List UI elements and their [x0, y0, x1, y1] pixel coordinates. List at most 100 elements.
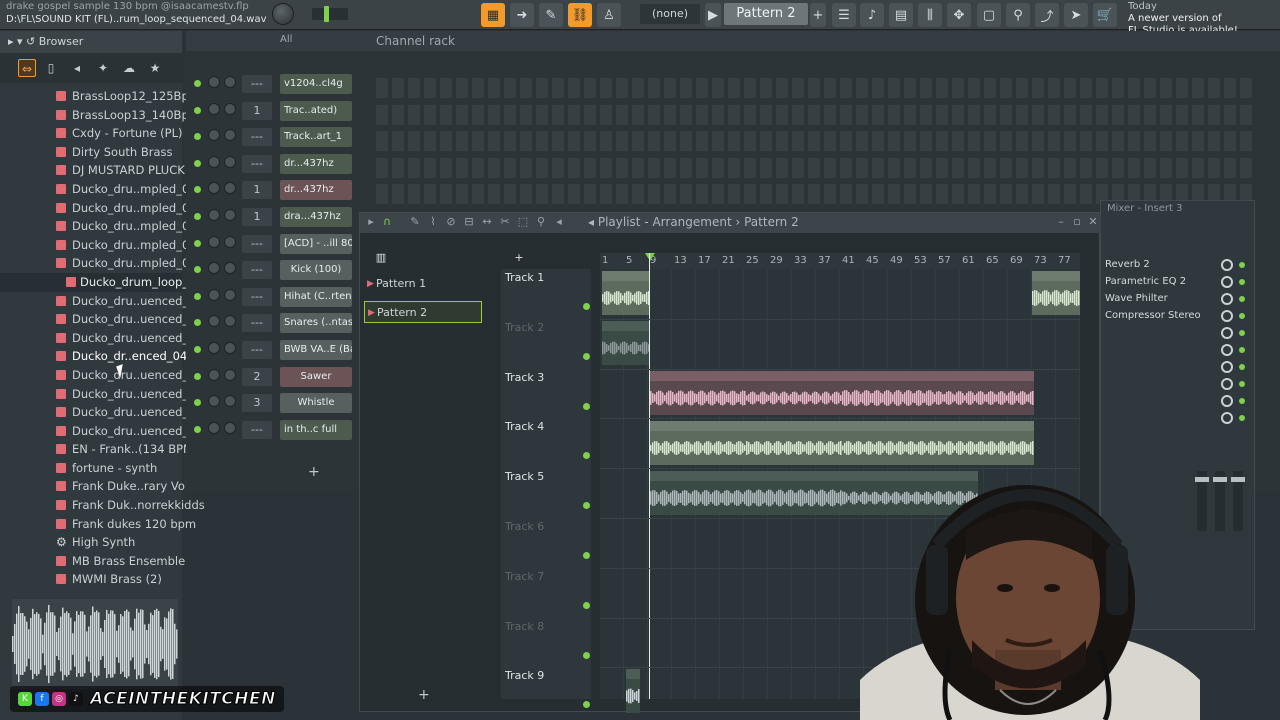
browser-item[interactable]: MWMI Brass (2) — [0, 570, 182, 589]
channel-mute-led[interactable] — [194, 266, 201, 274]
volume-knob[interactable] — [224, 155, 236, 168]
mixer-track-number[interactable]: 1 — [242, 101, 272, 120]
close-icon[interactable]: ✕ — [1086, 215, 1100, 229]
maximize-icon[interactable]: ▫ — [1070, 215, 1084, 229]
master-pitch-slider[interactable] — [312, 6, 348, 22]
step-row[interactable] — [376, 78, 1256, 98]
browser-item[interactable]: Ducko_dru..uenced_07 — [0, 403, 203, 422]
channel-name-button[interactable]: BWB VA..E (Bab) — [280, 340, 352, 360]
playhead-marker[interactable] — [645, 253, 655, 261]
pan-knob[interactable] — [208, 235, 220, 248]
channel-mute-led[interactable] — [194, 80, 201, 87]
pattern-selector[interactable]: Pattern 2 — [724, 3, 808, 25]
pan-knob[interactable] — [208, 209, 220, 221]
pan-knob[interactable] — [208, 182, 220, 195]
audio-clip[interactable]: Pattern 1 — [650, 471, 746, 515]
browser-item[interactable]: ⚙ High Synth — [0, 533, 182, 552]
channel-name-button[interactable]: v1204..cl4g — [280, 74, 352, 94]
channel-row[interactable]: --- in th..c full — [194, 417, 362, 444]
track-enable-led[interactable] — [583, 552, 590, 559]
pattern-song-toggle-icon[interactable]: ▦ — [481, 3, 505, 27]
effect-mix-knob[interactable] — [1221, 259, 1233, 271]
effect-mix-knob[interactable] — [1221, 378, 1233, 390]
effect-enable-led[interactable] — [1239, 398, 1245, 404]
add-track-icon[interactable]: + — [512, 251, 526, 265]
channel-mute-led[interactable] — [194, 213, 201, 220]
channel-name-button[interactable]: [ACD] - ..ill 808 — [280, 233, 352, 254]
mixer-track-number[interactable]: 3 — [242, 394, 272, 413]
metronome-icon[interactable]: ♙ — [597, 3, 621, 27]
pan-knob[interactable] — [208, 315, 220, 328]
effect-mix-knob[interactable] — [1221, 293, 1233, 305]
effect-enable-led[interactable] — [1239, 296, 1245, 302]
volume-knob[interactable] — [224, 129, 236, 142]
browser-item[interactable]: Ducko_dru..uenced_03 — [0, 329, 203, 348]
all-files-icon[interactable]: ⇔ — [18, 59, 36, 77]
arrow-icon[interactable]: ▸ ▾ ↺ — [8, 35, 39, 48]
channel-mute-led[interactable] — [194, 346, 201, 353]
track-header[interactable]: Track 3 — [505, 369, 590, 419]
slice-icon[interactable]: ✂ — [498, 215, 512, 229]
timeline-ruler[interactable]: 1 5 9 13 17 21 25 29 33 37 41 45 49 53 57 61 65 69 73 77 — [600, 253, 1080, 269]
mixer-effect-slot[interactable]: Reverb 2 — [1105, 259, 1221, 273]
playback-icon[interactable]: ◂ — [552, 215, 566, 229]
volume-knob[interactable] — [224, 368, 236, 381]
browser-item[interactable]: Ducko_dr..enced_04 — [0, 347, 187, 366]
track-header[interactable]: Track 9 — [505, 667, 590, 717]
channel-name-button[interactable]: Hihat (C..rtened — [280, 286, 352, 307]
minimize-icon[interactable]: – — [1054, 215, 1068, 229]
pan-knob[interactable] — [208, 262, 220, 275]
effect-enable-led[interactable] — [1239, 313, 1245, 319]
track-header[interactable]: Track 2 — [505, 319, 590, 369]
channel-name-button[interactable]: in th..c full — [280, 419, 352, 440]
select-icon[interactable]: ⬚ — [516, 215, 530, 229]
pan-knob[interactable] — [208, 395, 220, 408]
track-header[interactable]: Track 6 — [505, 518, 590, 568]
channel-name-button[interactable]: dr...437hz — [280, 153, 352, 174]
channel-row[interactable]: --- [ACD] - ..ill 808 — [194, 231, 362, 258]
audio-clip[interactable]: drake..5bpm-437hz — [746, 371, 842, 415]
browser-item[interactable]: EN - Frank..(134 BPM) — [0, 440, 197, 459]
channel-row[interactable]: --- Kick (100) — [194, 257, 362, 284]
track-header[interactable]: Track 4 — [505, 418, 590, 468]
volume-knob[interactable] — [224, 102, 236, 115]
browser-item[interactable]: Ducko_dru..mpled_02 — [0, 199, 197, 218]
browser-item[interactable]: DJ MUSTARD PLUCK — [0, 161, 185, 180]
mixer-track-number[interactable]: --- — [242, 75, 272, 93]
pattern-item[interactable]: ▶ Pattern 1 — [364, 273, 482, 295]
plugin-picker-icon[interactable]: ✥ — [947, 3, 971, 27]
magnet-icon[interactable]: ∩ — [380, 215, 394, 229]
effect-mix-knob[interactable] — [1221, 361, 1233, 373]
browser-item[interactable]: Ducko_dru..mpled_04 — [0, 236, 197, 255]
add-channel-button[interactable]: + — [308, 464, 320, 480]
volume-knob[interactable] — [224, 262, 236, 275]
piano-roll-icon[interactable]: ♪ — [860, 3, 884, 27]
effect-enable-led[interactable] — [1239, 262, 1245, 268]
mixer-track-number[interactable]: --- — [242, 154, 272, 173]
volume-knob[interactable] — [224, 235, 236, 248]
pan-knob[interactable] — [208, 421, 220, 434]
channel-row[interactable]: 2 Sawer — [194, 364, 362, 391]
mixer-icon[interactable]: ⫼ — [918, 3, 942, 27]
browser-item[interactable]: fortune - synth — [0, 459, 182, 478]
snap-select[interactable]: (none) — [640, 4, 700, 24]
channel-row[interactable]: 1 dr...437hz — [194, 177, 362, 204]
audio-clip[interactable]: drak..bpm-437hz — [938, 371, 1034, 415]
browser-item[interactable]: Frank Duk..norrekkidds — [0, 496, 205, 515]
render-icon[interactable]: ➤ — [1064, 3, 1088, 27]
channel-row[interactable]: 3 Whistle — [194, 390, 362, 417]
track-enable-led[interactable] — [583, 502, 590, 510]
plugin-icon[interactable]: ⚲ — [1006, 3, 1030, 27]
mixer-track-number[interactable]: --- — [242, 234, 272, 253]
mixer-effect-slot[interactable]: Compressor Stereo — [1105, 310, 1221, 324]
audio-clip[interactable]: drake g..bpm-437hz — [650, 421, 746, 465]
effect-enable-led[interactable] — [1239, 330, 1245, 336]
mixer-track-number[interactable]: --- — [242, 341, 272, 359]
pattern-item[interactable]: ▶ Pattern 2 — [364, 301, 482, 323]
effect-mix-knob[interactable] — [1221, 327, 1233, 339]
effect-mix-knob[interactable] — [1221, 344, 1233, 356]
pattern-picker-icon[interactable]: ▥ — [374, 251, 388, 265]
browser-icon[interactable]: ▢ — [977, 3, 1001, 27]
step-sequencer[interactable] — [376, 78, 1256, 218]
channel-row[interactable]: --- BWB VA..E (Bab) — [194, 337, 362, 364]
